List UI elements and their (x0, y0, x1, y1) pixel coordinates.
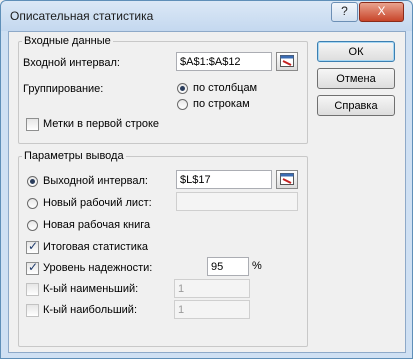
dialog-body: Входные данные Входной интервал: $A$1:$A… (8, 31, 406, 353)
kth-smallest-label: К-ый наименьший: (43, 283, 139, 295)
close-button[interactable]: X (359, 2, 404, 22)
new-book-radio[interactable] (27, 220, 38, 231)
new-sheet-label: Новый рабочий лист: (43, 197, 152, 209)
cancel-button[interactable]: Отмена (317, 68, 395, 89)
kth-largest-label: К-ый наибольший: (43, 304, 138, 316)
input-range-collapse-button[interactable] (276, 52, 298, 71)
labels-first-row-label: Метки в первой строке (43, 118, 160, 130)
by-columns-radio[interactable] (177, 83, 188, 94)
summary-stats-label: Итоговая статистика (43, 241, 149, 253)
input-range-label: Входной интервал: (23, 57, 120, 69)
help-title-button[interactable]: ? (331, 2, 358, 22)
confidence-level-checkbox[interactable] (26, 260, 39, 275)
new-sheet-radio[interactable] (27, 198, 38, 209)
grouping-label: Группирование: (23, 83, 104, 95)
by-rows-radio[interactable] (177, 99, 188, 110)
kth-largest-field[interactable]: 1 (174, 300, 250, 319)
output-range-radio[interactable] (27, 176, 38, 187)
labels-first-row-checkbox[interactable] (26, 118, 39, 131)
kth-largest-checkbox[interactable] (26, 304, 39, 317)
dialog-window: Описательная статистика ? X Входные данн… (0, 0, 413, 359)
output-group-title: Параметры вывода (22, 150, 126, 162)
close-icon: X (377, 4, 386, 18)
confidence-level-label: Уровень надежности: (43, 262, 153, 274)
input-group-title: Входные данные (22, 35, 113, 47)
new-book-label: Новая рабочая книга (43, 219, 151, 231)
title-bar: Описательная статистика ? X (1, 1, 412, 31)
input-range-field[interactable]: $A$1:$A$12 (176, 52, 272, 71)
by-rows-label: по строкам (193, 98, 250, 110)
kth-smallest-field[interactable]: 1 (174, 279, 250, 298)
range-select-icon (280, 173, 294, 185)
summary-stats-checkbox[interactable] (26, 239, 39, 254)
help-icon: ? (341, 4, 348, 18)
output-range-collapse-button[interactable] (276, 170, 298, 189)
help-button[interactable]: Справка (317, 95, 395, 116)
output-range-field[interactable]: $L$17 (176, 170, 272, 189)
confidence-level-field[interactable]: 95 (207, 257, 249, 276)
new-sheet-field[interactable] (176, 192, 298, 211)
dialog-title: Описательная статистика (10, 9, 154, 23)
kth-smallest-checkbox[interactable] (26, 283, 39, 296)
percent-sign: % (252, 260, 262, 272)
range-select-icon (280, 55, 294, 67)
output-range-label: Выходной интервал: (43, 175, 148, 187)
by-columns-label: по столбцам (193, 82, 258, 94)
ok-button[interactable]: ОК (317, 41, 395, 62)
